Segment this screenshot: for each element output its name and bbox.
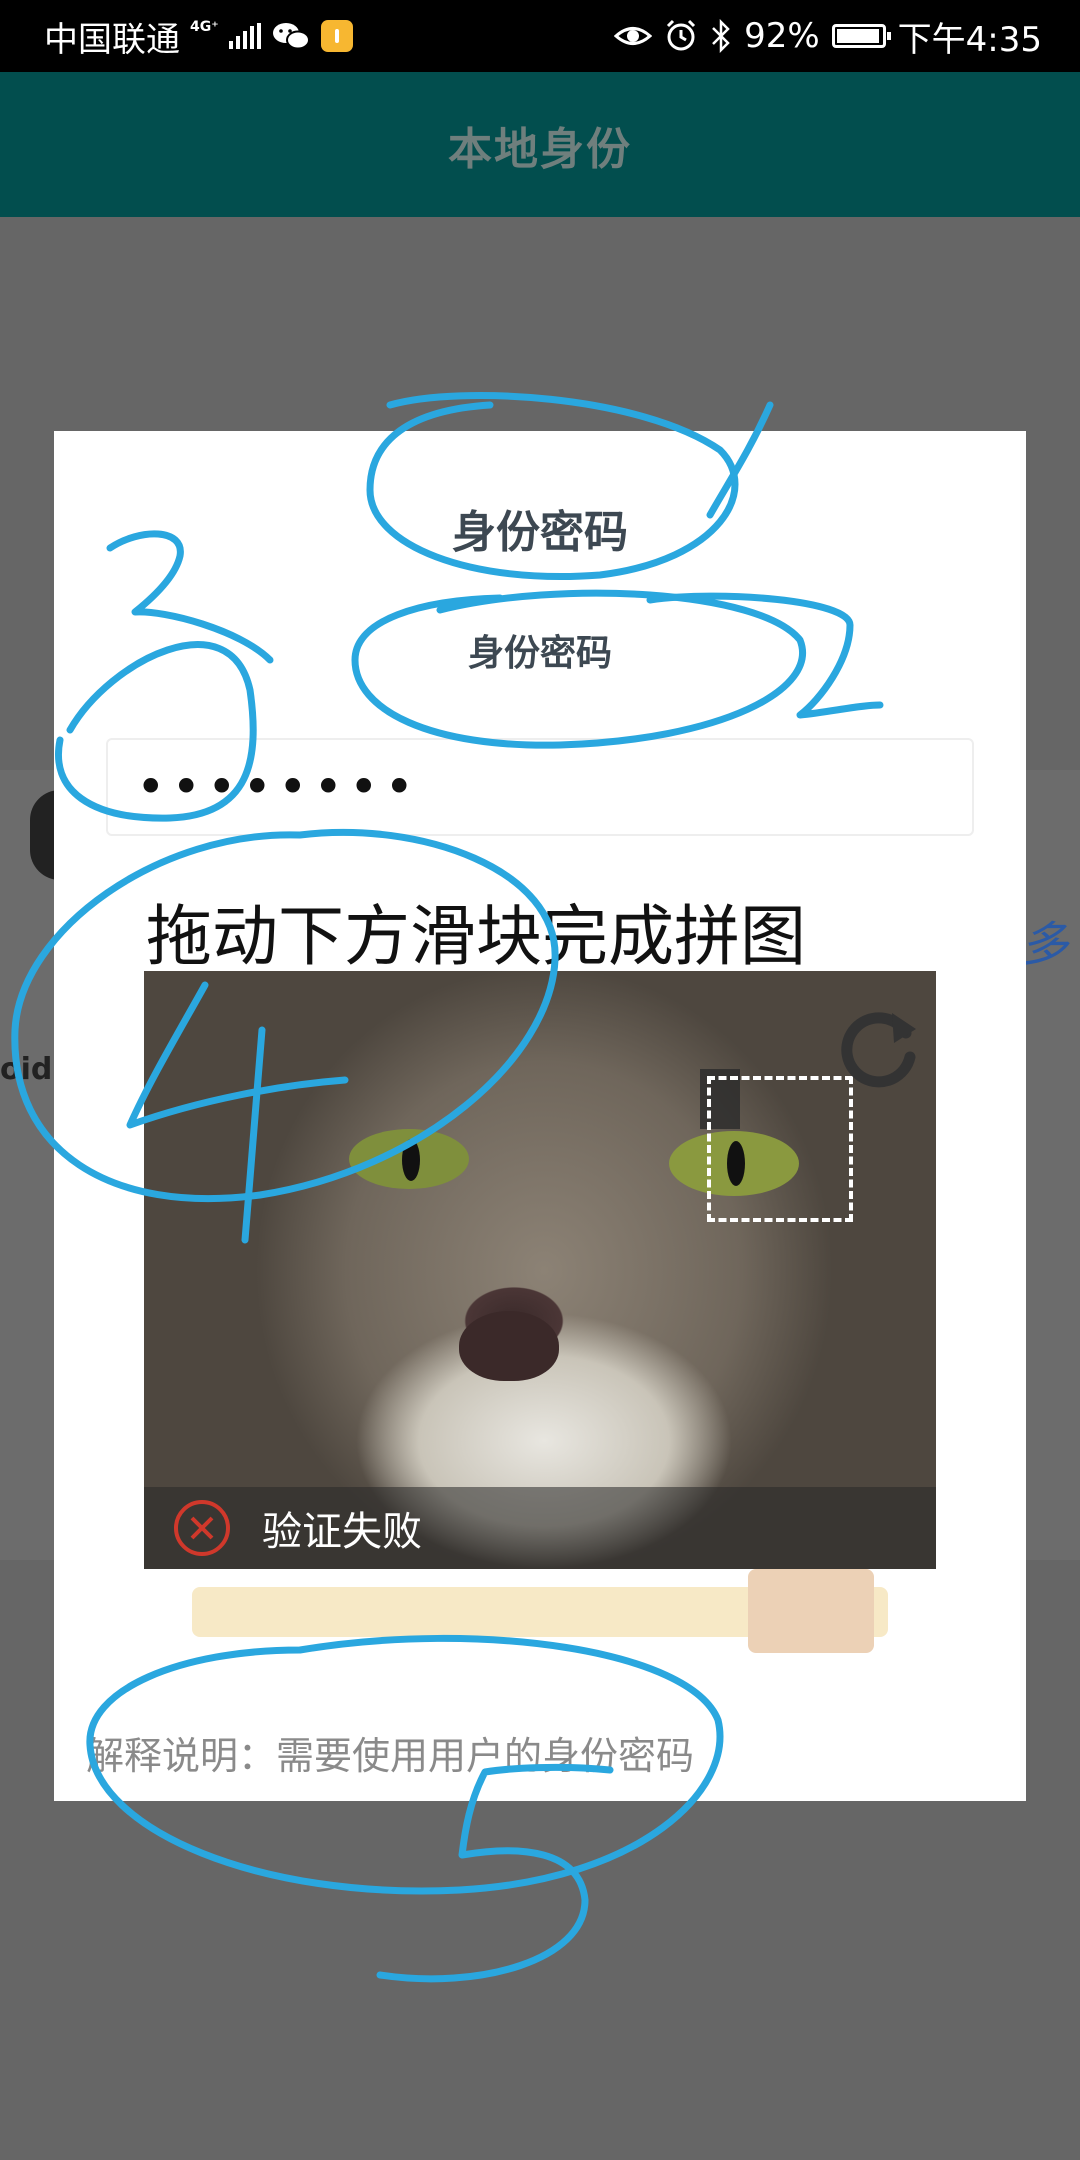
- slider-handle[interactable]: [748, 1569, 874, 1653]
- cat-pupil-left: [402, 1139, 420, 1181]
- explanation-note: 解释说明：需要使用用户的身份密码: [86, 1734, 695, 1778]
- notification-app-icon: [320, 20, 353, 52]
- password-field-label: 身份密码: [467, 633, 612, 674]
- fail-icon: [174, 1500, 230, 1556]
- background-text-fragment-right: 多: [1019, 917, 1068, 973]
- wechat-icon: [272, 23, 310, 50]
- bluetooth-icon: [712, 19, 730, 53]
- signal-icon: [228, 23, 261, 49]
- status-bar: 中国联通 4G⁺ 92% 下午4:35: [0, 0, 1080, 72]
- battery-percent: 92%: [744, 16, 820, 56]
- refresh-icon[interactable]: [832, 999, 928, 1095]
- dialog-title: 身份密码: [452, 507, 628, 558]
- clock: 下午4:35: [897, 19, 1042, 60]
- password-input[interactable]: [106, 738, 974, 836]
- carrier-name: 中国联通: [44, 19, 180, 60]
- captcha-puzzle-image: 验证失败: [144, 971, 936, 1569]
- network-type: 4G⁺: [190, 19, 219, 35]
- cat-nose: [459, 1311, 559, 1381]
- page-title: 本地身份: [448, 123, 632, 175]
- eye-comfort-icon: [614, 27, 653, 45]
- battery-icon: [831, 24, 891, 48]
- verify-status-bar: 验证失败: [144, 1487, 936, 1569]
- identity-password-dialog: 身份密码 身份密码 拖动下方滑块完成拼图 验证失败 解释说明：需要使用用户的身份…: [54, 431, 1026, 1801]
- captcha-instruction: 拖动下方滑块完成拼图: [146, 898, 806, 975]
- alarm-icon: [667, 19, 696, 51]
- app-header: 本地身份: [0, 72, 1080, 217]
- verify-status-text: 验证失败: [262, 1509, 422, 1555]
- puzzle-target-slot: [707, 1076, 853, 1222]
